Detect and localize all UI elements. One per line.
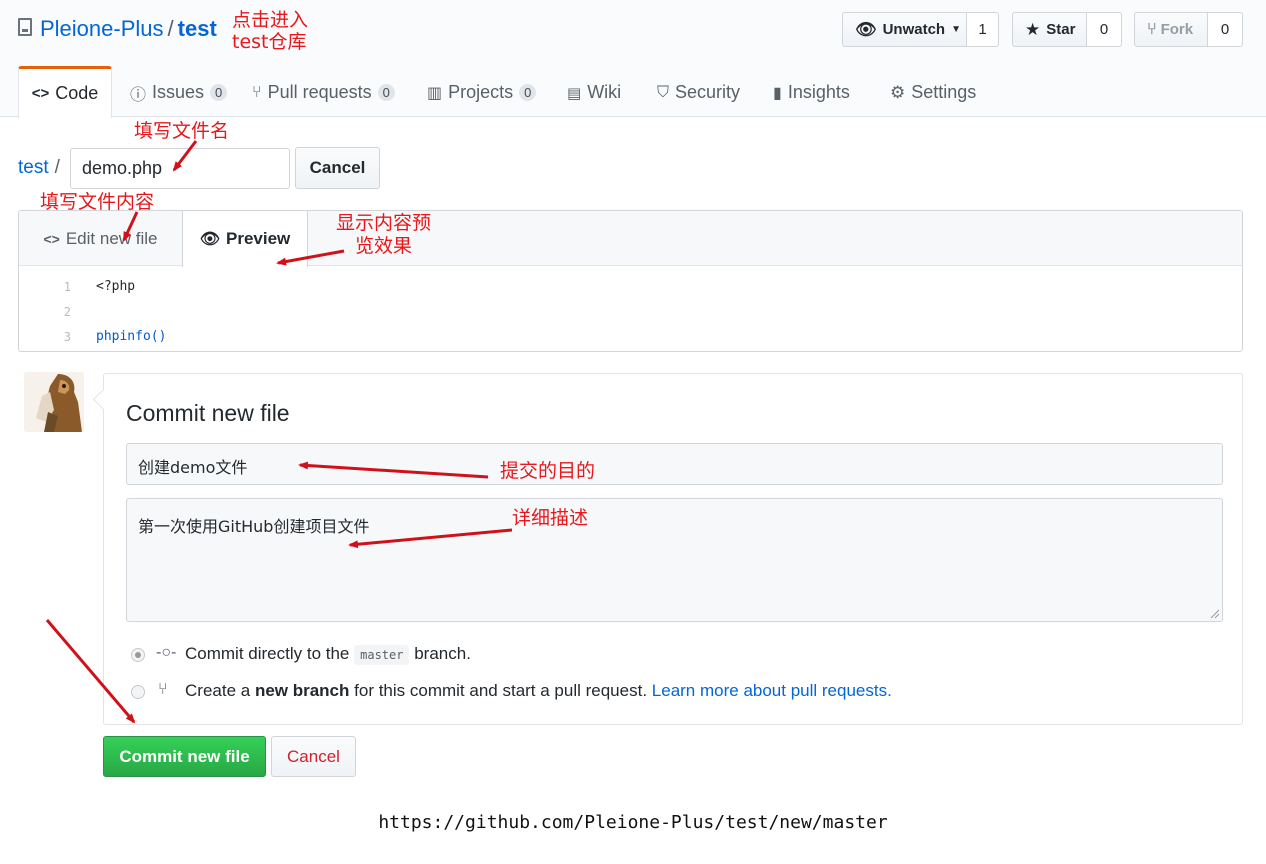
commit-new-suffix: for this commit and start a pull request… [354, 681, 648, 700]
caption-url: https://github.com/Pleione-Plus/test/new… [378, 812, 888, 833]
tab-edit-new-file[interactable]: <> Edit new file [19, 211, 182, 266]
annotation-preview-line1: 显示内容预 [336, 212, 432, 234]
graph-icon: ▮ [773, 84, 782, 102]
repo-title: Pleione-Plus / test [40, 14, 217, 44]
annotation-enter-repo-line1: 点击进入 [232, 9, 309, 31]
code-line: phpinfo() [96, 329, 167, 344]
tab-projects[interactable]: ▥ Projects 0 [427, 68, 537, 117]
line-number: 2 [63, 305, 71, 319]
commit-new-file-button[interactable]: Commit new file [103, 736, 266, 777]
eye-icon: 👁 [855, 20, 877, 39]
repo-owner-link[interactable]: Pleione-Plus [40, 16, 164, 41]
commit-direct-option[interactable]: Commit directly to the master branch. [185, 644, 471, 665]
commit-description-textarea[interactable]: 第一次使用GitHub创建项目文件 [126, 498, 1223, 622]
gear-icon: ⚙ [890, 82, 906, 102]
annotation-preview: 显示内容预 览效果 [336, 212, 431, 258]
commit-summary-input[interactable]: 创建demo文件 [126, 443, 1223, 485]
commit-cancel-button[interactable]: Cancel [271, 736, 356, 777]
repo-title-separator: / [167, 16, 174, 41]
commit-new-branch-option[interactable]: Create a new branch for this commit and … [185, 681, 892, 701]
tab-security-label: Security [675, 82, 741, 102]
commit-direct-radio[interactable] [131, 648, 145, 662]
commit-new-bold: new branch [254, 681, 350, 700]
code-icon: <> [31, 85, 50, 102]
shield-icon: ⛉ [657, 83, 670, 101]
tab-pull-requests-label: Pull requests [267, 82, 372, 102]
tab-issues[interactable]: ⓘ Issues 0 [130, 68, 228, 117]
tab-security[interactable]: ⛉ Security [657, 68, 740, 117]
star-icon: ★ [1025, 19, 1041, 39]
fork-icon: ⑂ [1147, 20, 1157, 38]
pull-request-icon: ⑂ [158, 681, 168, 698]
commit-direct-suffix: branch. [414, 644, 471, 663]
tab-code-label: Code [55, 83, 99, 103]
line-number: 3 [63, 330, 71, 344]
line-number: 1 [63, 280, 71, 294]
branch-name: master [354, 645, 410, 665]
tab-insights-label: Insights [787, 82, 850, 102]
tab-pull-requests-count: 0 [377, 84, 395, 101]
unwatch-button[interactable]: 👁 Unwatch ▼ [842, 12, 967, 47]
tab-issues-label: Issues [152, 82, 205, 102]
repo-header: Pleione-Plus / test 👁 Unwatch ▼ 1 ★ Star 0… [0, 0, 1266, 118]
annotation-detail-desc: 详细描述 [512, 507, 589, 529]
annotation-preview-line2: 览效果 [355, 235, 413, 257]
project-icon: ▥ [427, 84, 443, 102]
star-button[interactable]: ★ Star [1012, 12, 1087, 47]
repo-icon [18, 18, 32, 36]
commit-direct-prefix: Commit directly to the [185, 644, 350, 663]
annotation-fill-content: 填写文件内容 [40, 191, 155, 213]
commit-new-prefix: Create a [185, 681, 251, 700]
fork-label: Fork [1160, 21, 1194, 38]
code-line: <?php [96, 279, 136, 294]
issue-icon: ⓘ [130, 86, 147, 104]
annotation-enter-repo-line2: test仓库 [232, 31, 307, 53]
tab-projects-label: Projects [448, 82, 514, 102]
filename-input[interactable]: demo.php [70, 148, 290, 189]
commit-form: Commit new file 创建demo文件 第一次使用GitHub创建项目… [103, 373, 1243, 725]
resize-handle-icon[interactable] [1210, 609, 1220, 619]
repo-name-link[interactable]: test [178, 16, 217, 41]
star-label: Star [1046, 21, 1076, 38]
tab-wiki-label: Wiki [587, 82, 622, 102]
tab-settings[interactable]: ⚙ Settings [890, 68, 976, 117]
avatar-image [24, 372, 84, 432]
breadcrumb: test / [18, 157, 60, 179]
breadcrumb-root-link[interactable]: test [18, 157, 49, 178]
tab-insights[interactable]: ▮ Insights [773, 68, 850, 117]
pull-request-icon: ⑂ [252, 83, 262, 101]
tab-edit-label: Edit new file [65, 228, 158, 248]
annotation-enter-repo: 点击进入 test仓库 [232, 9, 308, 53]
annotation-commit-purpose: 提交的目的 [500, 460, 596, 482]
watch-count[interactable]: 1 [967, 12, 999, 47]
tab-settings-label: Settings [911, 82, 977, 102]
annotation-fill-filename: 填写文件名 [134, 120, 230, 142]
git-commit-icon: -○- [156, 644, 177, 661]
fork-count[interactable]: 0 [1208, 12, 1243, 47]
editor-tabs: <> Edit new file 👁 Preview [19, 211, 1242, 267]
star-count[interactable]: 0 [1087, 12, 1122, 47]
file-editor: <> Edit new file 👁 Preview 1 2 3 <?php p… [18, 210, 1243, 352]
eye-icon: 👁 [199, 231, 221, 248]
code-icon: <> [43, 230, 60, 247]
unwatch-label: Unwatch [882, 21, 946, 38]
commit-new-branch-radio[interactable] [131, 685, 145, 699]
tab-wiki[interactable]: ▤ Wiki [567, 68, 621, 117]
breadcrumb-separator: / [54, 157, 60, 178]
avatar [24, 372, 84, 432]
tab-preview-label: Preview [226, 229, 291, 248]
caret-down-icon: ▼ [951, 24, 962, 35]
tab-issues-count: 0 [210, 84, 228, 101]
learn-more-link[interactable]: Learn more about pull requests. [652, 681, 892, 700]
book-icon: ▤ [567, 84, 582, 102]
tab-projects-count: 0 [519, 84, 537, 101]
filename-cancel-button[interactable]: Cancel [295, 147, 380, 189]
commit-title: Commit new file [126, 400, 290, 426]
tab-code[interactable]: <> Code [18, 66, 112, 118]
tab-pull-requests[interactable]: ⑂ Pull requests 0 [252, 68, 395, 117]
fork-button[interactable]: ⑂ Fork [1134, 12, 1208, 47]
tab-preview[interactable]: 👁 Preview [182, 211, 308, 267]
